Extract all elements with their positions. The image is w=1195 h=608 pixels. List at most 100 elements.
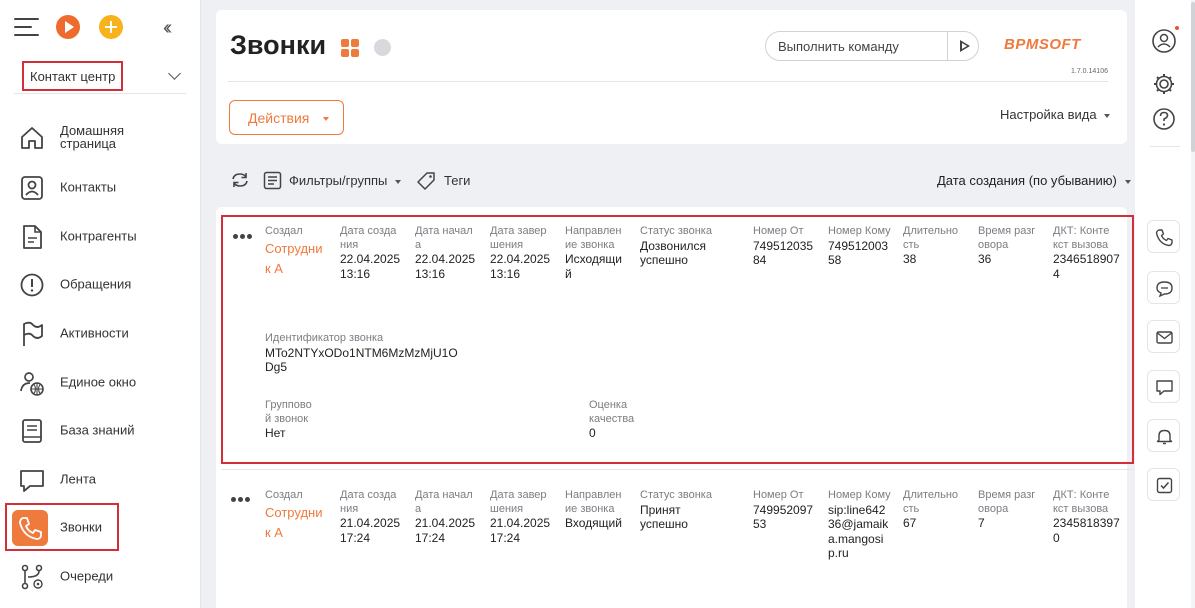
document-icon <box>23 225 42 249</box>
sidebar-item-contacts[interactable]: Контакты <box>0 163 201 211</box>
analytics-pie-icon[interactable] <box>374 39 391 56</box>
field-duration: Длительность 67 <box>903 489 961 531</box>
workspace-selected-value: Контакт центр <box>22 61 123 91</box>
contact-card-icon <box>21 176 43 200</box>
field-call-context: ДКТ: Контекст вызова 23465189074 <box>1053 225 1125 281</box>
phone-icon <box>1155 229 1173 247</box>
alert-icon <box>20 273 44 297</box>
rail-chat-button[interactable] <box>1147 271 1180 304</box>
field-call-status: Статус звонка Принят успешно <box>640 489 744 532</box>
sidebar-item-feed[interactable]: Лента <box>0 455 201 503</box>
tags-label: Теги <box>444 173 471 188</box>
scrollbar[interactable] <box>1191 0 1195 608</box>
page-header: Звонки BPMSOFT 1.7.0.14106 Действия Наст… <box>216 10 1127 144</box>
field-value: Входящий <box>565 516 622 530</box>
view-settings-button[interactable]: Настройка вида <box>1000 107 1110 122</box>
home-icon <box>21 127 43 149</box>
field-value: 21.04.2025 17:24 <box>490 516 551 545</box>
sidebar-item-label: База знаний <box>60 422 135 438</box>
right-panel <box>1135 0 1195 608</box>
actions-button[interactable]: Действия <box>229 100 344 135</box>
filters-groups-label: Фильтры/группы <box>289 173 388 188</box>
sidebar-item-label: Очереди <box>60 568 114 584</box>
hamburger-menu-icon[interactable] <box>14 18 39 36</box>
field-created-by: Создал Сотрудник А <box>265 225 323 279</box>
list-item[interactable]: Создал Сотрудник А Дата создания 22.04.2… <box>221 215 1134 464</box>
bell-icon <box>1156 429 1173 445</box>
field-value: 23458183970 <box>1053 516 1120 545</box>
field-value: 67 <box>903 516 917 530</box>
field-start-date: Дата начала 21.04.2025 17:24 <box>415 489 477 545</box>
field-value: Принят успешно <box>640 502 688 532</box>
queue-icon <box>21 564 43 590</box>
help-icon[interactable] <box>1149 104 1179 134</box>
rail-tasks-button[interactable] <box>1147 468 1180 501</box>
field-value: 22.04.2025 13:16 <box>490 252 551 281</box>
field-label: Направление звонка <box>565 489 622 515</box>
field-label: Дата начала <box>415 225 473 251</box>
sidebar-item-queues[interactable]: Очереди <box>0 552 201 600</box>
sidebar-item-cases[interactable]: Обращения <box>0 260 201 308</box>
command-separator <box>947 32 948 60</box>
quick-add-button[interactable] <box>99 15 123 39</box>
more-options-icon[interactable] <box>233 234 253 240</box>
field-label: Номер От <box>753 489 804 501</box>
rail-notifications-button[interactable] <box>1147 419 1180 452</box>
play-icon[interactable] <box>952 32 978 60</box>
grid-view-icon[interactable] <box>341 39 359 57</box>
sidebar-item-label: Домашняя страница <box>60 123 125 151</box>
field-value: 74951203584 <box>753 238 814 268</box>
field-label: Длительность <box>903 489 959 515</box>
caret-down-icon <box>323 117 329 121</box>
sidebar-item-single-window[interactable]: Единое окно <box>0 358 201 406</box>
field-value: 23465189074 <box>1053 252 1120 281</box>
workspace-select[interactable]: Контакт центр <box>14 60 186 94</box>
list-item[interactable]: Создал Сотрудник А Дата создания 21.04.2… <box>221 469 1134 608</box>
sidebar-item-knowledge-base[interactable]: База знаний <box>0 406 201 454</box>
run-process-button[interactable] <box>56 15 80 39</box>
caret-down-icon <box>1103 113 1110 118</box>
field-label: Статус звонка <box>640 225 712 237</box>
command-input[interactable] <box>778 37 943 55</box>
rail-feed-button[interactable] <box>1147 370 1180 403</box>
field-talk-time: Время разговора 36 <box>978 225 1036 267</box>
command-line <box>765 31 979 61</box>
gear-icon[interactable] <box>1149 69 1179 99</box>
created-by-link[interactable]: Сотрудник А <box>265 239 323 279</box>
message-icon <box>1156 380 1173 396</box>
more-options-icon[interactable] <box>231 497 251 503</box>
field-label: Оценка качества <box>589 399 635 425</box>
rail-phone-button[interactable] <box>1147 220 1180 253</box>
sidebar-item-label: Единое окно <box>60 374 137 390</box>
sidebar-item-label: Контакты <box>60 179 117 195</box>
sidebar-item-home[interactable]: Домашняя страница <box>0 113 201 161</box>
field-value: MTo2NTYxODo1NTM6MzMzMjU1ODg5 <box>265 345 458 375</box>
field-value: 36 <box>978 252 992 266</box>
sidebar-item-label: Обращения <box>60 276 132 292</box>
created-by-link[interactable]: Сотрудник А <box>265 503 323 543</box>
field-value: Дозвонился успешно <box>640 238 707 268</box>
sort-button[interactable]: Дата создания (по убыванию) <box>937 173 1131 188</box>
rail-email-button[interactable] <box>1147 320 1180 353</box>
divider <box>1150 146 1180 147</box>
field-value: 74995209753 <box>753 502 814 532</box>
field-call-context: ДКТ: Контекст вызова 23458183970 <box>1053 489 1125 545</box>
chevron-down-icon <box>168 67 181 80</box>
field-label: Дата завершения <box>490 225 547 251</box>
field-number-to: Номер Кому 74951200358 <box>828 225 892 268</box>
user-globe-icon <box>20 372 44 396</box>
collapse-sidebar-icon[interactable]: ‹‹ <box>163 17 173 40</box>
flag-icon <box>23 321 43 346</box>
field-label: Создал <box>265 225 303 237</box>
brand-logo: BPMSOFT <box>1004 36 1081 53</box>
checkbox-icon <box>1156 477 1173 494</box>
sidebar-item-activities[interactable]: Активности <box>0 309 201 357</box>
sidebar-item-accounts[interactable]: Контрагенты <box>0 212 201 260</box>
field-value: 38 <box>903 252 917 266</box>
field-number-to: Номер Кому sip:line64236@jamaika.mangosi… <box>828 489 892 561</box>
refresh-icon[interactable] <box>230 170 250 190</box>
view-settings-label: Настройка вида <box>1000 107 1097 122</box>
field-end-date: Дата завершения 22.04.2025 13:16 <box>490 225 552 281</box>
actions-button-label: Действия <box>248 110 310 126</box>
sidebar-item-calls[interactable]: Звонки <box>0 503 201 551</box>
